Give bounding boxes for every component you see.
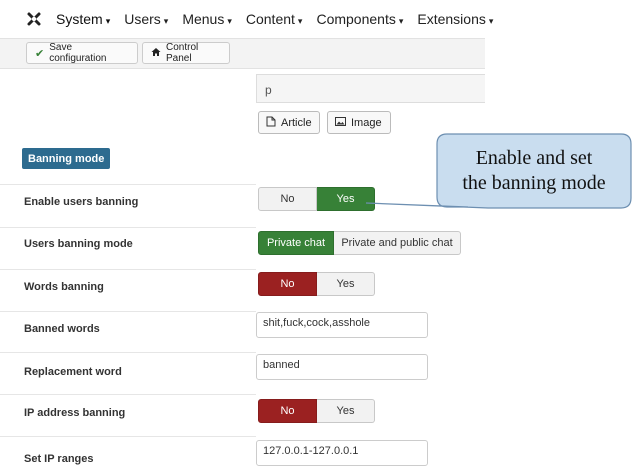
top-menu-bar: System ▾ Users ▾ Menus ▾ Content ▾ Component…: [0, 0, 493, 38]
row-divider: [0, 394, 256, 395]
toolbar: ✔ Save configuration Control Panel: [0, 38, 485, 69]
users-banning-mode-toggle: Private chat Private and public chat: [258, 231, 461, 255]
banned-words-input[interactable]: shit,fuck,cock,asshole: [256, 312, 428, 338]
joomla-logo-icon[interactable]: [26, 10, 42, 28]
callout-line-1: Enable and set: [475, 147, 593, 169]
new-document-icon: [266, 116, 276, 130]
menu-content[interactable]: Content ▾: [246, 11, 303, 27]
users-banning-mode-private-and-public-chat[interactable]: Private and public chat: [334, 231, 461, 255]
row-divider: [0, 311, 256, 312]
chevron-down-icon: ▾: [227, 16, 232, 26]
set-ip-ranges-label: Set IP ranges: [24, 453, 94, 465]
ip-address-banning-label: IP address banning: [24, 407, 126, 419]
words-banning-toggle: No Yes: [258, 272, 375, 296]
enable-users-banning-label: Enable users banning: [24, 196, 139, 208]
replacement-word-label: Replacement word: [24, 366, 122, 378]
image-label: Image: [351, 116, 382, 129]
save-configuration-button[interactable]: ✔ Save configuration: [26, 42, 138, 64]
row-divider: [0, 227, 256, 228]
menu-menus[interactable]: Menus ▾: [182, 11, 232, 27]
set-ip-ranges-input[interactable]: 127.0.0.1-127.0.0.1: [256, 440, 428, 466]
chevron-down-icon: ▾: [398, 16, 404, 26]
article-button[interactable]: Article: [258, 111, 320, 134]
menu-system[interactable]: System ▾: [56, 11, 110, 27]
image-button[interactable]: Image: [327, 111, 391, 134]
save-configuration-label: Save configuration: [49, 42, 107, 64]
row-divider: [0, 436, 256, 437]
menu-components[interactable]: Components ▾: [316, 11, 403, 27]
enable-users-banning-no[interactable]: No: [258, 187, 317, 211]
users-banning-mode-private-chat[interactable]: Private chat: [258, 231, 334, 255]
words-banning-yes[interactable]: Yes: [317, 272, 375, 296]
words-banning-label: Words banning: [24, 281, 104, 293]
picture-icon: [335, 116, 346, 129]
enable-users-banning-yes[interactable]: Yes: [317, 187, 375, 211]
control-panel-button[interactable]: Control Panel: [142, 42, 230, 64]
ip-address-banning-toggle: No Yes: [258, 399, 375, 423]
menu-users[interactable]: Users ▾: [124, 11, 168, 27]
row-divider: [0, 269, 256, 270]
callout-line-2: the banning mode: [462, 172, 606, 194]
ip-address-banning-no[interactable]: No: [258, 399, 317, 423]
chevron-down-icon: ▾: [105, 16, 111, 26]
chevron-down-icon: ▾: [488, 16, 494, 26]
users-banning-mode-label: Users banning mode: [24, 238, 133, 250]
enable-users-banning-toggle: No Yes: [258, 187, 375, 211]
check-icon: ✔: [35, 47, 45, 60]
chevron-down-icon: ▾: [163, 16, 169, 26]
row-divider: [0, 184, 256, 185]
replacement-word-input[interactable]: banned: [256, 354, 428, 380]
ip-address-banning-yes[interactable]: Yes: [317, 399, 375, 423]
callout-text: Enable and set the banning mode: [437, 146, 631, 196]
menu-extensions[interactable]: Extensions ▾: [417, 11, 493, 27]
article-label: Article: [281, 116, 312, 129]
control-panel-label: Control Panel: [166, 42, 199, 64]
banning-mode-badge: Banning mode: [22, 148, 111, 169]
banned-words-label: Banned words: [24, 323, 100, 335]
row-divider: [0, 352, 256, 353]
home-icon: [151, 47, 161, 60]
chevron-down-icon: ▾: [297, 16, 303, 26]
words-banning-no[interactable]: No: [258, 272, 317, 296]
editor-content-field[interactable]: p: [256, 74, 485, 103]
